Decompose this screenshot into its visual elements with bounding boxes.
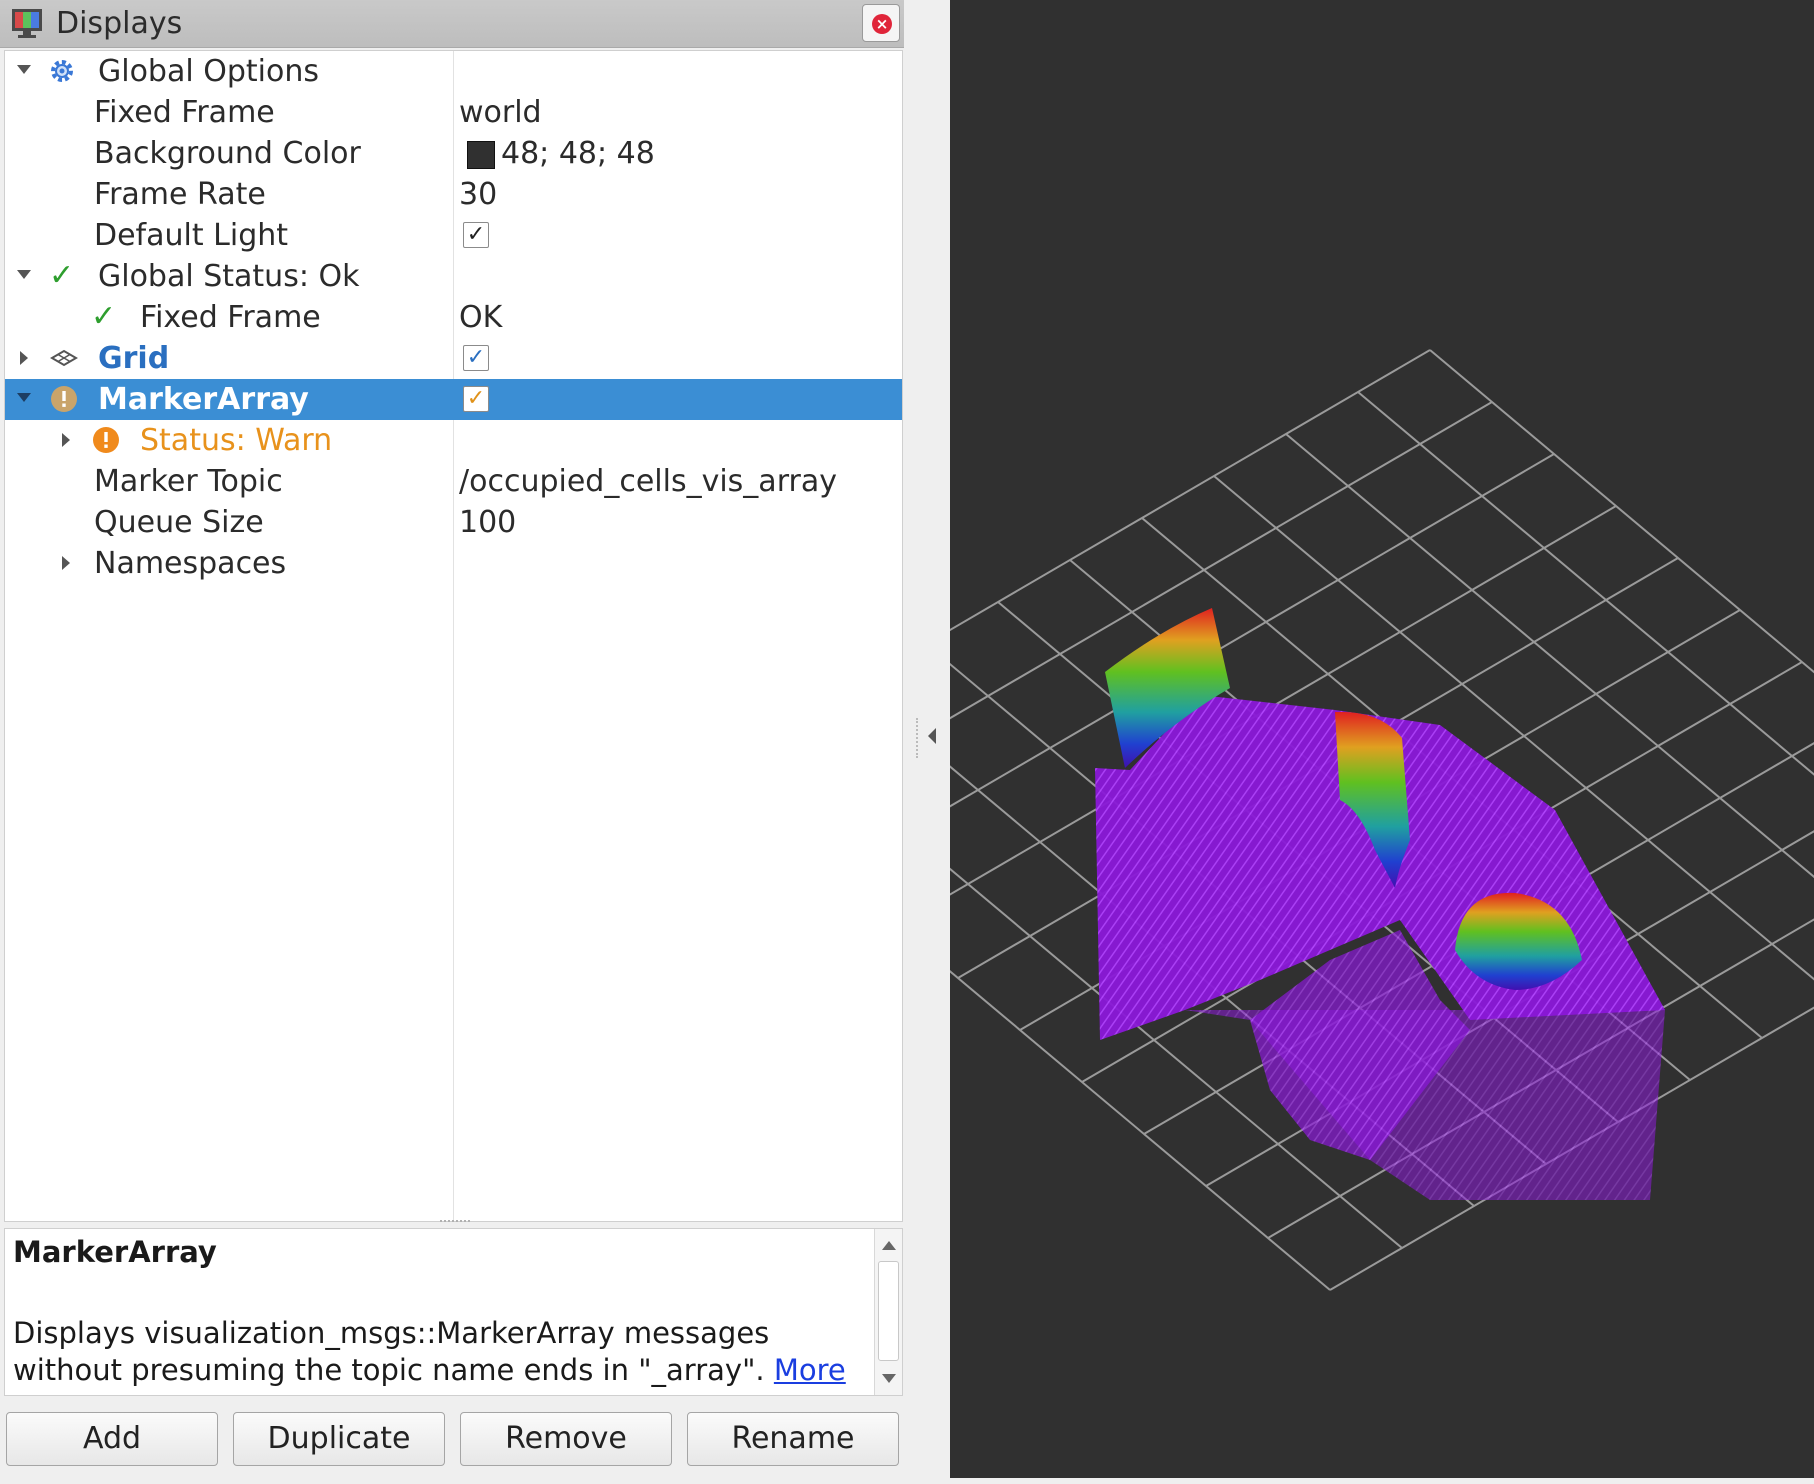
tree-label: Status: Warn — [140, 423, 333, 458]
tree-row-background-color[interactable]: Background Color 48; 48; 48 — [5, 133, 902, 174]
color-swatch[interactable] — [467, 141, 495, 169]
tree-label: Fixed Frame — [140, 300, 321, 335]
tree-row-marker-array[interactable]: MarkerArray ✓ — [5, 379, 902, 420]
grid-icon — [50, 349, 78, 367]
scroll-thumb[interactable] — [878, 1261, 899, 1361]
tree-label: Global Options — [98, 54, 319, 89]
tree-label: Global Status: Ok — [98, 259, 360, 294]
add-button[interactable]: Add — [6, 1412, 218, 1466]
monitor-icon — [12, 9, 42, 38]
tree-row-default-light[interactable]: Default Light ✓ — [5, 215, 902, 256]
close-button[interactable]: × — [862, 4, 900, 42]
expand-arrow-icon[interactable] — [17, 393, 31, 402]
splitter-handle[interactable] — [916, 718, 918, 758]
close-icon: × — [872, 14, 892, 34]
queue-size-value[interactable]: 100 — [459, 505, 516, 540]
tree-label: Background Color — [94, 136, 361, 171]
warning-icon — [93, 427, 119, 453]
check-icon: ✓ — [49, 258, 75, 293]
default-light-checkbox[interactable]: ✓ — [463, 222, 489, 248]
gear-icon — [51, 60, 73, 82]
tree-label: Fixed Frame — [94, 95, 275, 130]
displays-panel: Displays × Global Options Fixed Frame wo… — [0, 0, 904, 1484]
collapsed-arrow-icon[interactable] — [62, 433, 70, 447]
scroll-up-icon[interactable] — [882, 1241, 896, 1250]
warning-icon — [51, 386, 77, 412]
scene-svg — [950, 349, 1814, 1291]
collapsed-arrow-icon[interactable] — [62, 556, 70, 570]
tree-label: Queue Size — [94, 505, 264, 540]
check-icon: ✓ — [91, 299, 117, 334]
fixed-frame-value[interactable]: world — [459, 95, 542, 130]
description-panel: MarkerArray Displays visualization_msgs:… — [4, 1228, 903, 1396]
tree-row-global-status[interactable]: ✓ Global Status: Ok — [5, 256, 902, 297]
grid-checkbox[interactable]: ✓ — [463, 345, 489, 371]
horizontal-splitter[interactable] — [440, 1220, 470, 1224]
tree-row-status-warn[interactable]: Status: Warn — [5, 420, 902, 461]
button-bar: Add Duplicate Remove Rename — [4, 1412, 904, 1468]
rename-button[interactable]: Rename — [687, 1412, 899, 1466]
tree-label: Grid — [98, 341, 170, 376]
expand-arrow-icon[interactable] — [17, 270, 31, 279]
scroll-down-icon[interactable] — [882, 1374, 896, 1383]
collapsed-arrow-icon[interactable] — [20, 351, 28, 365]
panel-title: Displays — [56, 6, 183, 41]
tree-row-global-options[interactable]: Global Options — [5, 51, 902, 92]
tree-row-marker-topic[interactable]: Marker Topic /occupied_cells_vis_array — [5, 461, 902, 502]
tree-label: Namespaces — [94, 546, 287, 581]
tree-row-namespaces[interactable]: Namespaces — [5, 543, 902, 584]
tree-row-grid[interactable]: Grid ✓ — [5, 338, 902, 379]
description-body: Displays visualization_msgs::MarkerArray… — [13, 1315, 873, 1389]
description-text: Displays visualization_msgs::MarkerArray… — [13, 1316, 774, 1387]
remove-button[interactable]: Remove — [460, 1412, 672, 1466]
background-color-value[interactable]: 48; 48; 48 — [501, 136, 655, 171]
duplicate-button[interactable]: Duplicate — [233, 1412, 445, 1466]
description-title: MarkerArray — [13, 1235, 217, 1269]
tree-label: Default Light — [94, 218, 289, 253]
panel-titlebar: Displays × — [0, 0, 904, 48]
tree-label: Marker Topic — [94, 464, 283, 499]
collapse-left-icon[interactable] — [928, 728, 936, 744]
status-fixed-frame-value: OK — [459, 300, 503, 335]
tree-label: Frame Rate — [94, 177, 266, 212]
vertical-splitter[interactable] — [904, 0, 949, 1484]
marker-array-checkbox[interactable]: ✓ — [463, 386, 489, 412]
marker-topic-value[interactable]: /occupied_cells_vis_array — [459, 464, 837, 499]
description-scrollbar[interactable] — [874, 1229, 902, 1395]
tree-row-frame-rate[interactable]: Frame Rate 30 — [5, 174, 902, 215]
more-information-link[interactable]: More — [774, 1353, 846, 1387]
expand-arrow-icon[interactable] — [17, 65, 31, 74]
frame-rate-value[interactable]: 30 — [459, 177, 497, 212]
tree-row-fixed-frame[interactable]: Fixed Frame world — [5, 92, 902, 133]
tree-label: MarkerArray — [98, 382, 309, 417]
tree-row-queue-size[interactable]: Queue Size 100 — [5, 502, 902, 543]
tree-row-status-fixed-frame[interactable]: ✓ Fixed Frame OK — [5, 297, 902, 338]
render-3d-view[interactable] — [950, 0, 1814, 1478]
display-tree[interactable]: Global Options Fixed Frame world Backgro… — [4, 50, 903, 1222]
